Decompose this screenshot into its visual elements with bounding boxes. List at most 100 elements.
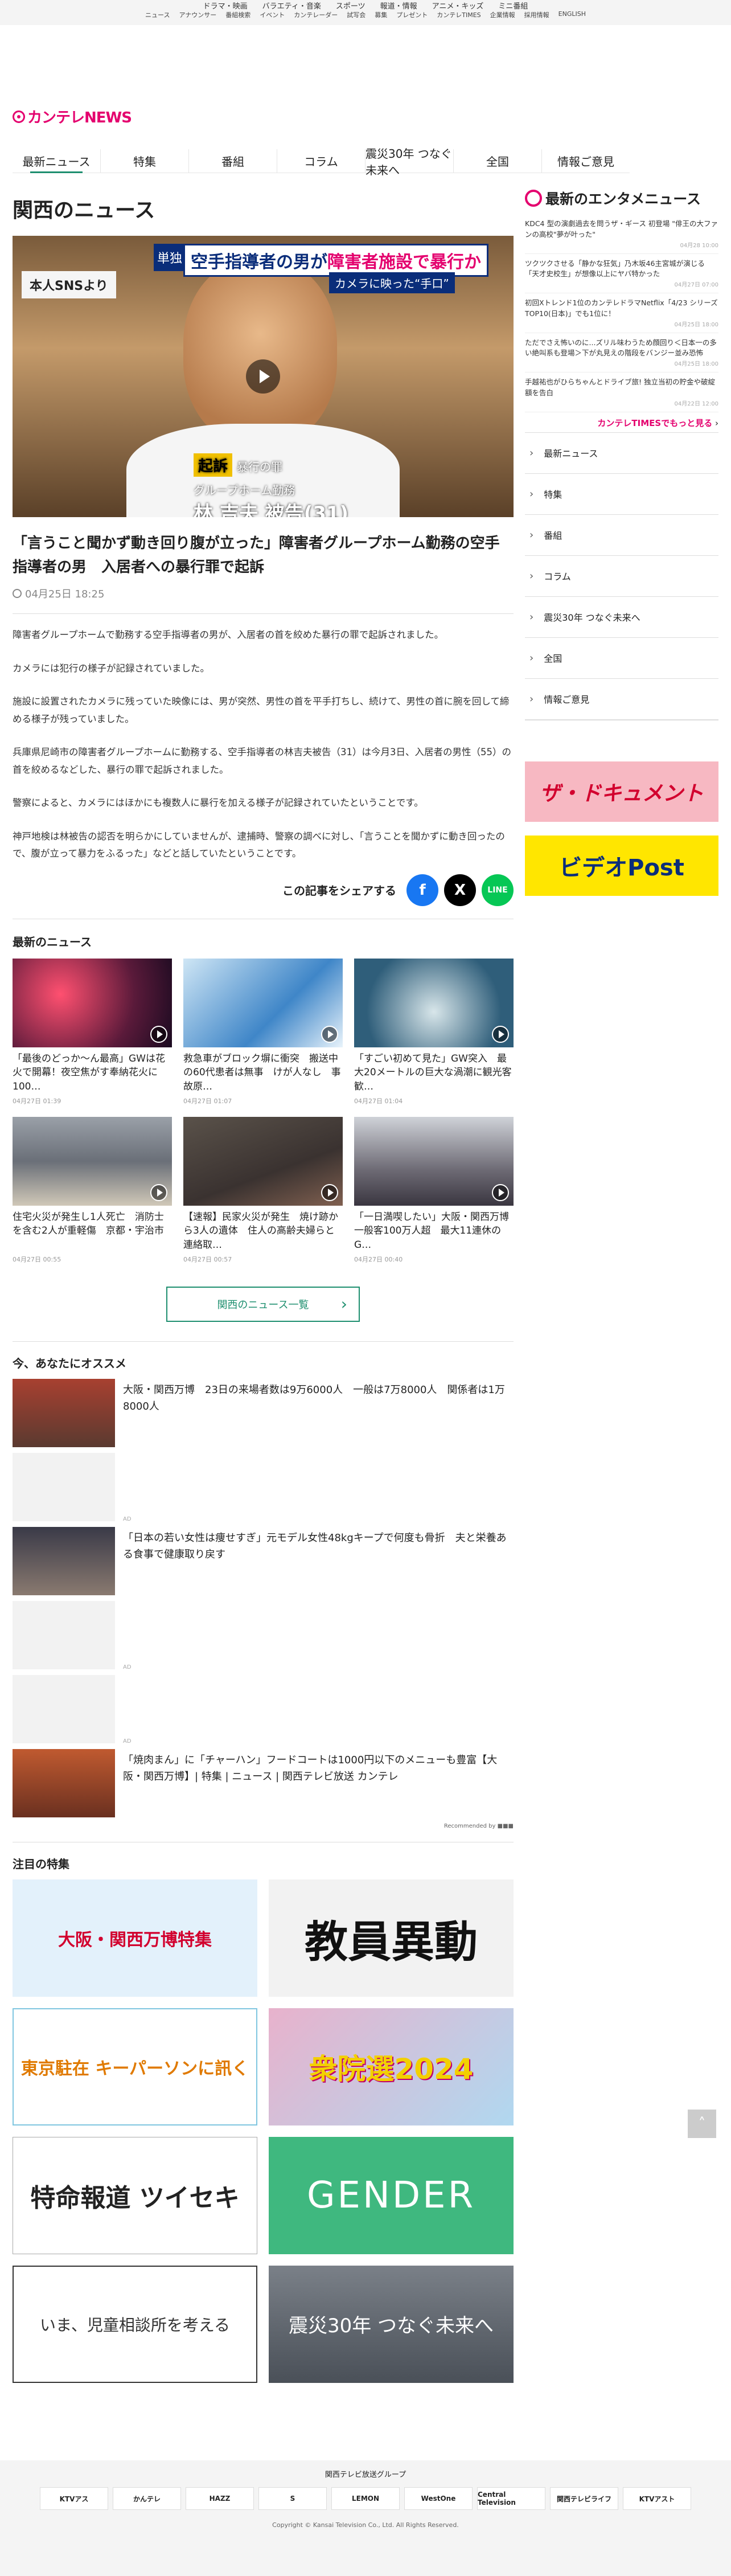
genre-link[interactable]: スポーツ	[336, 0, 366, 11]
secondary-link[interactable]: ニュース	[145, 10, 170, 19]
secondary-link[interactable]: カンテレTIMES	[437, 10, 481, 19]
hero-video[interactable]: 単独 空手指導者の男が障害者施設で暴行か カメラに映った“手口” 本人SNSより…	[13, 236, 514, 517]
divider	[13, 1341, 514, 1342]
secondary-link[interactable]: ENGLISH	[558, 10, 586, 19]
secondary-link[interactable]: 試写会	[347, 10, 366, 19]
secondary-link[interactable]: 企業情報	[490, 10, 515, 19]
news-card[interactable]: 「すごい初めて見た」GW突入 最大20メートルの巨大な渦潮に観光客歓… 04月2…	[354, 958, 514, 1105]
group-logo[interactable]: WestOne	[404, 2487, 473, 2510]
recommend-thumbnail	[13, 1378, 115, 1447]
ent-news-item[interactable]: 手越祐也がひらちゃんとドライブ旅! 独立当初の貯金や破綻額を告白 04月22日 1…	[525, 372, 718, 412]
nav-item-earthquake[interactable]: 震災30年 つなぐ未来へ	[366, 147, 454, 177]
nav-item-column[interactable]: コラム	[277, 149, 366, 173]
feature-banner-expo[interactable]: 大阪・関西万博特集	[13, 1879, 257, 1997]
genre-link[interactable]: バラエティ・音楽	[262, 0, 321, 11]
play-icon	[321, 1025, 338, 1043]
group-logo[interactable]: LEMON	[331, 2487, 400, 2510]
latest-news-title: 最新のニュース	[13, 935, 92, 949]
nav-item-features[interactable]: 特集	[101, 149, 189, 173]
ent-news-item[interactable]: KDC4 型の演劇過去を問うザ・ギース 初登場 "俳王の大ファンの高校"夢が叶っ…	[525, 214, 718, 254]
news-date: 04月27日 01:39	[13, 1097, 61, 1105]
news-card[interactable]: 「最後のどっか〜ん最高」GWは花火で開幕！夜空焦がす奉納花火に100… 04月2…	[13, 958, 172, 1105]
news-title: 救急車がブロック塀に衝突 搬送中の60代患者は無事 けが人なし 事故原…	[183, 1052, 341, 1093]
news-card[interactable]: 住宅火災が発生し1人死亡 消防士を含む2人が重軽傷 京都・宇治市 04月27日 …	[13, 1116, 172, 1264]
sidebar-item-column[interactable]: コラム	[525, 556, 718, 597]
secondary-link[interactable]: プレゼント	[396, 10, 428, 19]
ent-news-title: 手越祐也がひらちゃんとドライブ旅! 独立当初の貯金や破綻額を告白	[525, 378, 715, 397]
share-label: この記事をシェアする	[282, 884, 396, 898]
x-share-icon[interactable]: X	[444, 874, 476, 906]
feature-banner-gender[interactable]: GENDER	[269, 2136, 514, 2254]
feature-label: GENDER	[306, 2174, 476, 2217]
feature-label: 震災30年 つなぐ未来へ	[288, 2315, 494, 2338]
indicted-label: 起訴	[194, 453, 233, 477]
group-logo[interactable]: KTVアス	[40, 2487, 108, 2510]
video-post-banner[interactable]: ビデオPost	[525, 835, 718, 896]
feature-banner-jidou[interactable]: いま、児童相談所を考える	[13, 2265, 257, 2383]
news-card[interactable]: 救急車がブロック塀に衝突 搬送中の60代患者は無事 けが人なし 事故原… 04月…	[183, 958, 343, 1105]
hero-sns-label: 本人SNSより	[22, 271, 116, 298]
secondary-link[interactable]: 募集	[375, 10, 387, 19]
secondary-link[interactable]: イベント	[260, 10, 285, 19]
play-icon	[492, 1183, 509, 1201]
ent-news-title: 初回Xトレンド1位のカンテレドラマNetflix「4/23 シリーズTOP10(…	[525, 298, 718, 318]
feature-banner-keyperson[interactable]: 東京駐在 キーパーソンに訊く	[13, 2008, 257, 2125]
sidebar-item-programs[interactable]: 番組	[525, 515, 718, 556]
latest-news-grid: 「最後のどっか〜ん最高」GWは花火で開幕！夜空焦がす奉納花火に100… 04月2…	[13, 958, 514, 1264]
genre-link[interactable]: ドラマ・映画	[203, 0, 248, 11]
recommend-item[interactable]: 「日本の若い女性は痩せすぎ」元モデル女性48kgキープで何度も骨折 夫と栄養ある…	[13, 1526, 514, 1596]
group-logo[interactable]: 関西テレビライフ	[550, 2487, 618, 2510]
group-logo[interactable]: KTVアスト	[623, 2487, 691, 2510]
genre-link[interactable]: ミニ番組	[498, 0, 528, 11]
secondary-link[interactable]: アナウンサー	[179, 10, 216, 19]
group-logo[interactable]: Central Television	[477, 2487, 545, 2510]
news-thumbnail	[183, 1116, 343, 1206]
line-share-icon[interactable]: LINE	[482, 874, 514, 906]
times-more-link[interactable]: カンテレTIMESでもっと見る	[597, 418, 712, 428]
genre-link[interactable]: 報道・情報	[380, 0, 417, 11]
ad-label: AD	[123, 1516, 132, 1522]
news-card[interactable]: 「一日満喫したい」大阪・関西万博 一般客100万人超 最大11連休のG… 04月…	[354, 1116, 514, 1264]
feature-banner-shinsai[interactable]: 震災30年 つなぐ未来へ	[269, 2265, 514, 2383]
ent-news-item[interactable]: ツクツクさせる「静かな狂気」乃木坂46主宮城が演じる「天才史校生」が想像以上にヤ…	[525, 254, 718, 293]
news-date: 04月27日 00:57	[183, 1255, 232, 1263]
secondary-link[interactable]: 採用情報	[524, 10, 549, 19]
news-card[interactable]: 【速報】民家火災が発生 焼け跡から3人の遺体 住人の高齢夫婦らと連絡取… 04月…	[183, 1116, 343, 1264]
ent-news-item[interactable]: ただでさえ怖いのに...ズリル味わうため顔回り＜日本一の多い絶叫系も登場＞下が丸…	[525, 333, 718, 372]
feature-banner-election[interactable]: 衆院選2024	[269, 2008, 514, 2125]
secondary-links: ニュース アナウンサー 番組検索 イベント カンテレーダー 試写会 募集 プレゼ…	[0, 10, 731, 19]
feature-banner-tsuiseki[interactable]: 特命報道 ツイセキ	[13, 2136, 257, 2254]
site-logo[interactable]: カンテレNEWS	[13, 106, 132, 127]
ent-news-item[interactable]: 初回Xトレンド1位のカンテレドラマNetflix「4/23 シリーズTOP10(…	[525, 293, 718, 333]
play-icon	[150, 1025, 167, 1043]
nav-item-national[interactable]: 全国	[454, 149, 542, 173]
facebook-share-icon[interactable]: f	[406, 874, 438, 906]
recommend-title: 今、あなたにオススメ	[13, 1356, 126, 1370]
article-paragraph: 兵庫県尼崎市の障害者グループホームに勤務する、空手指導者の林吉夫被告（31）は今…	[13, 747, 512, 775]
sidebar-item-earthquake[interactable]: 震災30年 つなぐ未来へ	[525, 597, 718, 638]
nav-item-tips[interactable]: 情報ご意見	[542, 149, 630, 173]
sidebar-item-features[interactable]: 特集	[525, 474, 718, 515]
group-logo[interactable]: S	[258, 2487, 327, 2510]
group-logo[interactable]: HAZZ	[186, 2487, 254, 2510]
sidebar-item-tips[interactable]: 情報ご意見	[525, 679, 718, 720]
global-top-bar: ドラマ・映画 バラエティ・音楽 スポーツ 報道・情報 アニメ・キッズ ミニ番組 …	[0, 0, 731, 25]
recommend-item[interactable]: 大阪・関西万博 23日の来場者数は9万6000人 一般は7万8000人 関係者は…	[13, 1378, 514, 1448]
defendant-name: 林 吉夫 被告(31)	[194, 502, 349, 517]
kansai-news-list-button[interactable]: 関西のニュース一覧	[166, 1286, 360, 1322]
back-to-top-button[interactable]: ˄	[688, 2110, 716, 2138]
recommended-by: Recommended by ■■■	[13, 1823, 514, 1829]
play-icon[interactable]	[246, 359, 280, 394]
secondary-link[interactable]: 番組検索	[225, 10, 250, 19]
secondary-link[interactable]: カンテレーダー	[294, 10, 338, 19]
group-logo[interactable]: かんテレ	[113, 2487, 181, 2510]
sidebar-item-national[interactable]: 全国	[525, 638, 718, 679]
sidebar-item-latest[interactable]: 最新ニュース	[525, 433, 718, 474]
genre-link[interactable]: アニメ・キッズ	[432, 0, 484, 11]
recommend-item[interactable]: 「焼肉まん」に「チャーハン」フードコートは1000円以下のメニューも豊富【大阪・…	[13, 1748, 514, 1819]
recommend-text: 「焼肉まん」に「チャーハン」フードコートは1000円以下のメニューも豊富【大阪・…	[123, 1754, 498, 1783]
feature-banner-teacher[interactable]: 教員異動	[269, 1879, 514, 1997]
nav-item-programs[interactable]: 番組	[189, 149, 277, 173]
nav-item-latest[interactable]: 最新ニュース	[13, 149, 101, 173]
the-document-banner[interactable]: ザ・ドキュメント	[525, 761, 718, 822]
